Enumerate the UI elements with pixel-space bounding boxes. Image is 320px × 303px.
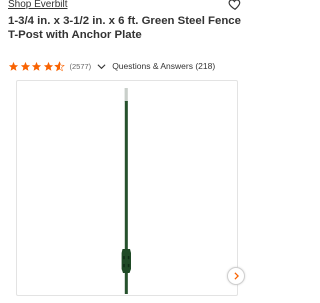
review-count[interactable]: (2577) <box>70 62 92 71</box>
anchor-plate <box>121 249 131 273</box>
questions-answers-link[interactable]: Questions & Answers (218) <box>112 61 215 71</box>
star-half-icon <box>54 60 65 71</box>
chevron-down-icon[interactable] <box>97 63 106 70</box>
product-image[interactable] <box>17 81 239 297</box>
star-rating[interactable] <box>8 60 66 72</box>
next-image-button[interactable] <box>227 267 245 285</box>
product-title: 1-3/4 in. x 3-1/2 in. x 6 ft. Green Stee… <box>8 15 241 42</box>
product-image-gallery <box>16 80 245 297</box>
star-icon <box>43 61 53 71</box>
star-icon <box>20 61 30 71</box>
chevron-right-icon <box>233 272 239 280</box>
star-icon <box>31 61 42 71</box>
rating-row: (2577) Questions & Answers (218) <box>8 59 244 73</box>
post-tip <box>124 88 128 102</box>
shop-brand-link[interactable]: Shop Everbilt <box>8 0 67 11</box>
header-row: Shop Everbilt <box>8 0 242 12</box>
heart-icon[interactable] <box>228 0 242 11</box>
star-icon <box>8 61 19 71</box>
